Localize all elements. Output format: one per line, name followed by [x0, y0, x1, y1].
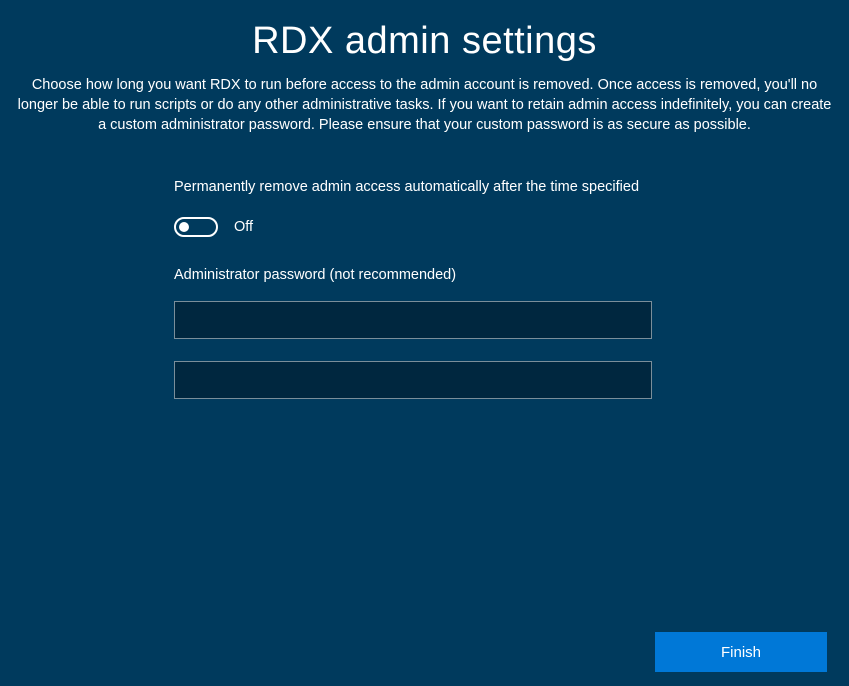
finish-button[interactable]: Finish: [655, 632, 827, 672]
form-area: Permanently remove admin access automati…: [0, 135, 849, 399]
description-text: Choose how long you want RDX to run befo…: [0, 63, 849, 135]
admin-access-toggle[interactable]: [174, 217, 218, 237]
admin-password-input[interactable]: [174, 301, 652, 339]
page-title: RDX admin settings: [0, 0, 849, 63]
toggle-state-label: Off: [234, 219, 253, 235]
admin-password-confirm-input[interactable]: [174, 361, 652, 399]
toggle-knob: [179, 222, 189, 232]
auto-remove-label: Permanently remove admin access automati…: [174, 179, 849, 195]
password-label: Administrator password (not recommended): [174, 267, 849, 283]
toggle-row: Off: [174, 217, 849, 237]
